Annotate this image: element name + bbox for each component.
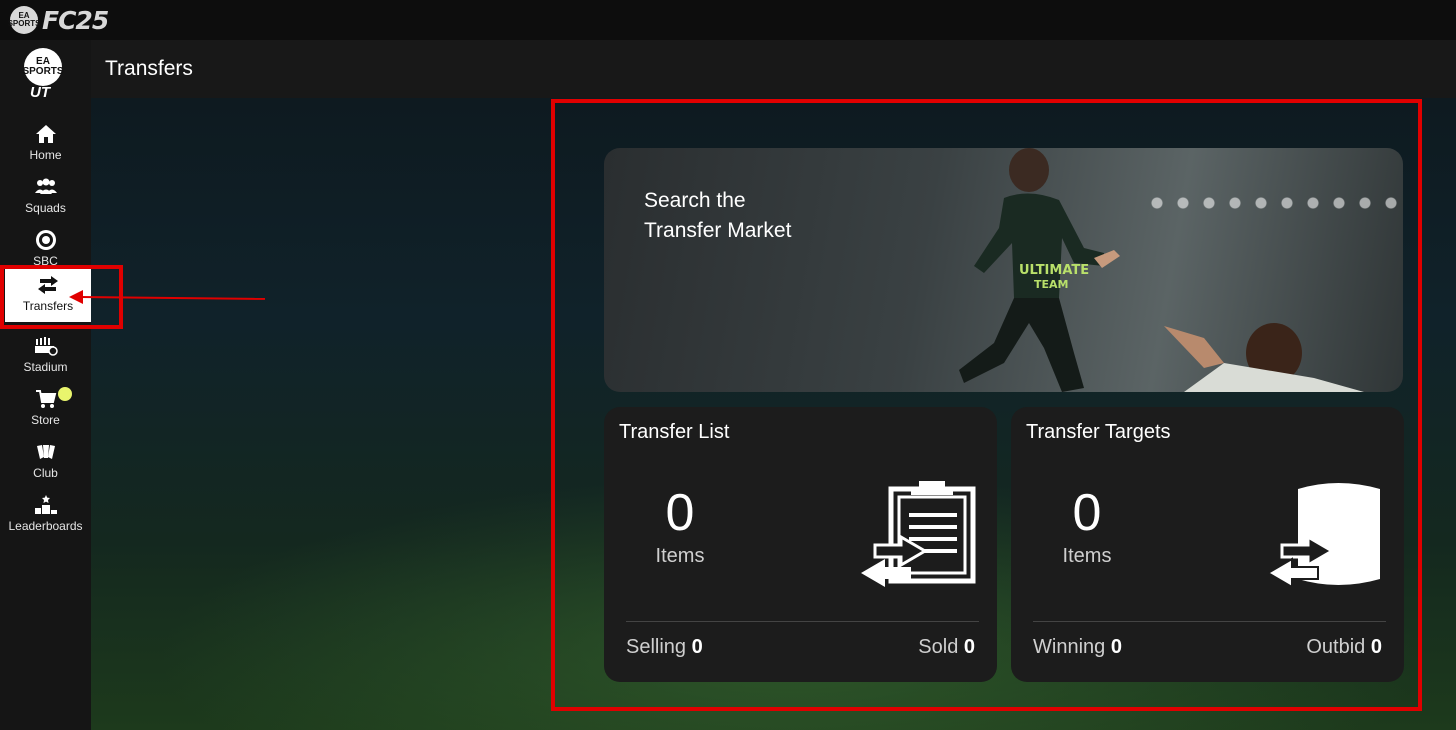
squads-icon — [34, 175, 58, 199]
sidebar-item-label: Club — [33, 466, 58, 480]
leaderboards-icon — [34, 493, 58, 517]
sidebar: EA SPORTS UT Home Squads SBC Transfers S… — [0, 40, 91, 730]
ea-sports-logo: EA SPORTS — [8, 6, 40, 34]
sidebar-item-label: Home — [29, 148, 62, 162]
sidebar-item-leaderboards[interactable]: Leaderboards — [0, 489, 91, 541]
sidebar-item-stadium[interactable]: Stadium — [0, 330, 91, 382]
sidebar-item-squads[interactable]: Squads — [0, 171, 91, 223]
home-icon — [35, 122, 57, 146]
page-title: Transfers — [105, 57, 193, 80]
sidebar-item-home[interactable]: Home — [0, 118, 91, 170]
sidebar-item-label: Store — [31, 413, 60, 427]
annotation-arrow-head — [69, 290, 83, 304]
store-cart-icon — [35, 387, 57, 411]
top-bar: EA SPORTS FC25 — [0, 0, 1456, 40]
sidebar-item-label: Squads — [25, 201, 66, 215]
stadium-icon — [34, 334, 58, 358]
page-header: Transfers — [91, 40, 1456, 98]
annotation-highlight-box — [551, 99, 1422, 711]
sidebar-item-label: Leaderboards — [8, 519, 83, 533]
fc25-logo: FC25 — [42, 5, 109, 35]
sbc-icon — [35, 228, 57, 252]
sidebar-item-store[interactable]: Store — [0, 383, 91, 435]
sidebar-item-label: Stadium — [23, 360, 68, 374]
notification-dot — [58, 387, 72, 401]
sidebar-item-club[interactable]: Club — [0, 436, 91, 488]
ut-logo[interactable]: EA SPORTS — [22, 48, 64, 86]
ut-logo-text: UT — [30, 84, 50, 101]
club-icon — [34, 440, 58, 464]
